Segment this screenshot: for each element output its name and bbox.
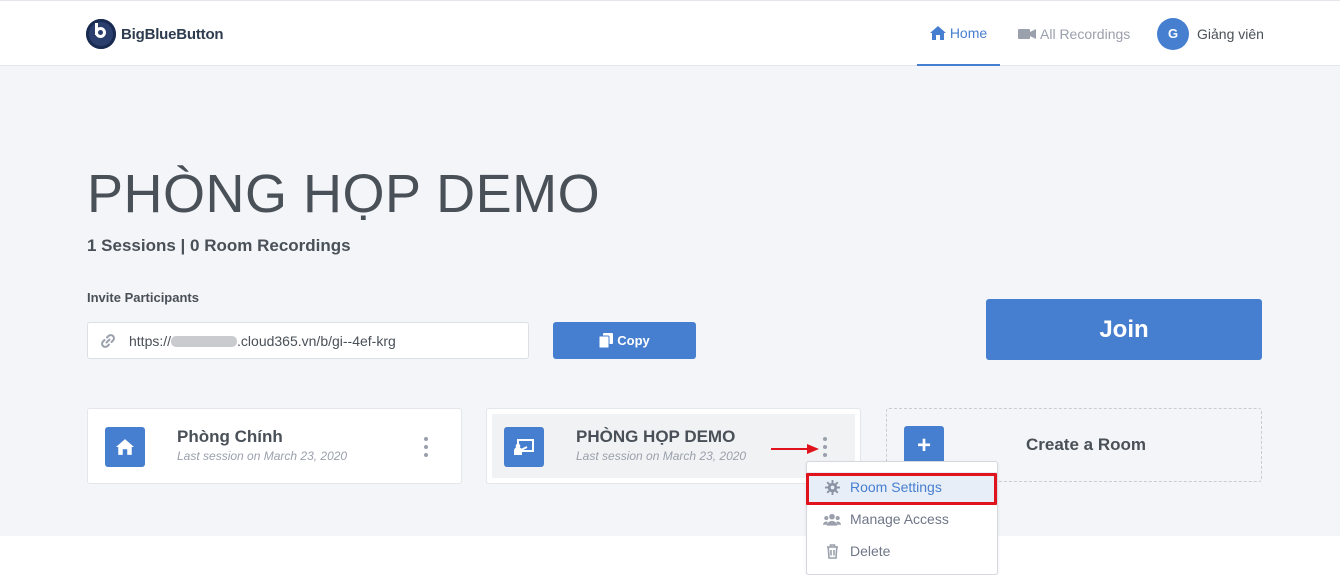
redacted-text (171, 335, 238, 347)
plus-icon: + (904, 426, 944, 466)
menu-item-label: Manage Access (850, 511, 949, 527)
room-card-phong-chinh[interactable]: Phòng Chính Last session on March 23, 20… (87, 408, 462, 484)
nav-all-recordings[interactable]: All Recordings (1018, 1, 1130, 66)
video-camera-icon (1018, 28, 1036, 40)
room-name: PHÒNG HỌP DEMO (576, 427, 736, 446)
menu-item-manage-access[interactable]: Manage Access (807, 504, 997, 534)
invite-url: https://.cloud365.vn/b/gi--4ef-krg (129, 332, 396, 349)
home-icon (929, 25, 946, 40)
user-name: Giảng viên (1197, 25, 1264, 42)
user-menu[interactable]: G Giảng viên (1157, 1, 1264, 66)
room-last-session: Last session on March 23, 2020 (576, 449, 747, 463)
room-options-icon[interactable] (421, 437, 431, 457)
logo-text: BigBlueButton (121, 25, 224, 43)
invite-label: Invite Participants (87, 290, 199, 305)
trash-icon (823, 543, 841, 559)
copy-button[interactable]: Copy (553, 322, 696, 359)
home-icon (105, 427, 145, 467)
annotation-highlight-box (806, 473, 997, 505)
link-icon (100, 333, 116, 349)
copy-icon (599, 333, 614, 348)
room-options-icon[interactable] (820, 437, 830, 457)
top-navbar: BigBlueButton Home All Recordings G Giản… (0, 0, 1340, 66)
room-stats: 1 Sessions | 0 Room Recordings (87, 236, 351, 255)
bigbluebutton-logo[interactable]: BigBlueButton (86, 18, 224, 50)
nav-all-recordings-label: All Recordings (1040, 25, 1131, 42)
nav-home-label: Home (949, 24, 988, 41)
invite-url-field[interactable]: https://.cloud365.vn/b/gi--4ef-krg (87, 322, 529, 359)
bigbluebutton-logo-icon (86, 19, 116, 49)
annotation-arrow-icon (771, 444, 819, 454)
menu-item-delete[interactable]: Delete (807, 536, 997, 566)
users-icon (823, 513, 841, 526)
page-title: PHÒNG HỌP DEMO (87, 164, 601, 224)
room-name: Phòng Chính (177, 427, 283, 446)
nav-home[interactable]: Home (917, 1, 1000, 66)
room-last-session: Last session on March 23, 2020 (177, 449, 348, 463)
menu-item-label: Delete (850, 543, 891, 559)
presentation-icon (504, 427, 544, 467)
copy-button-label: Copy (617, 333, 650, 348)
avatar: G (1157, 17, 1189, 50)
join-button[interactable]: Join (986, 299, 1262, 360)
create-room-label: Create a Room (1026, 435, 1146, 454)
